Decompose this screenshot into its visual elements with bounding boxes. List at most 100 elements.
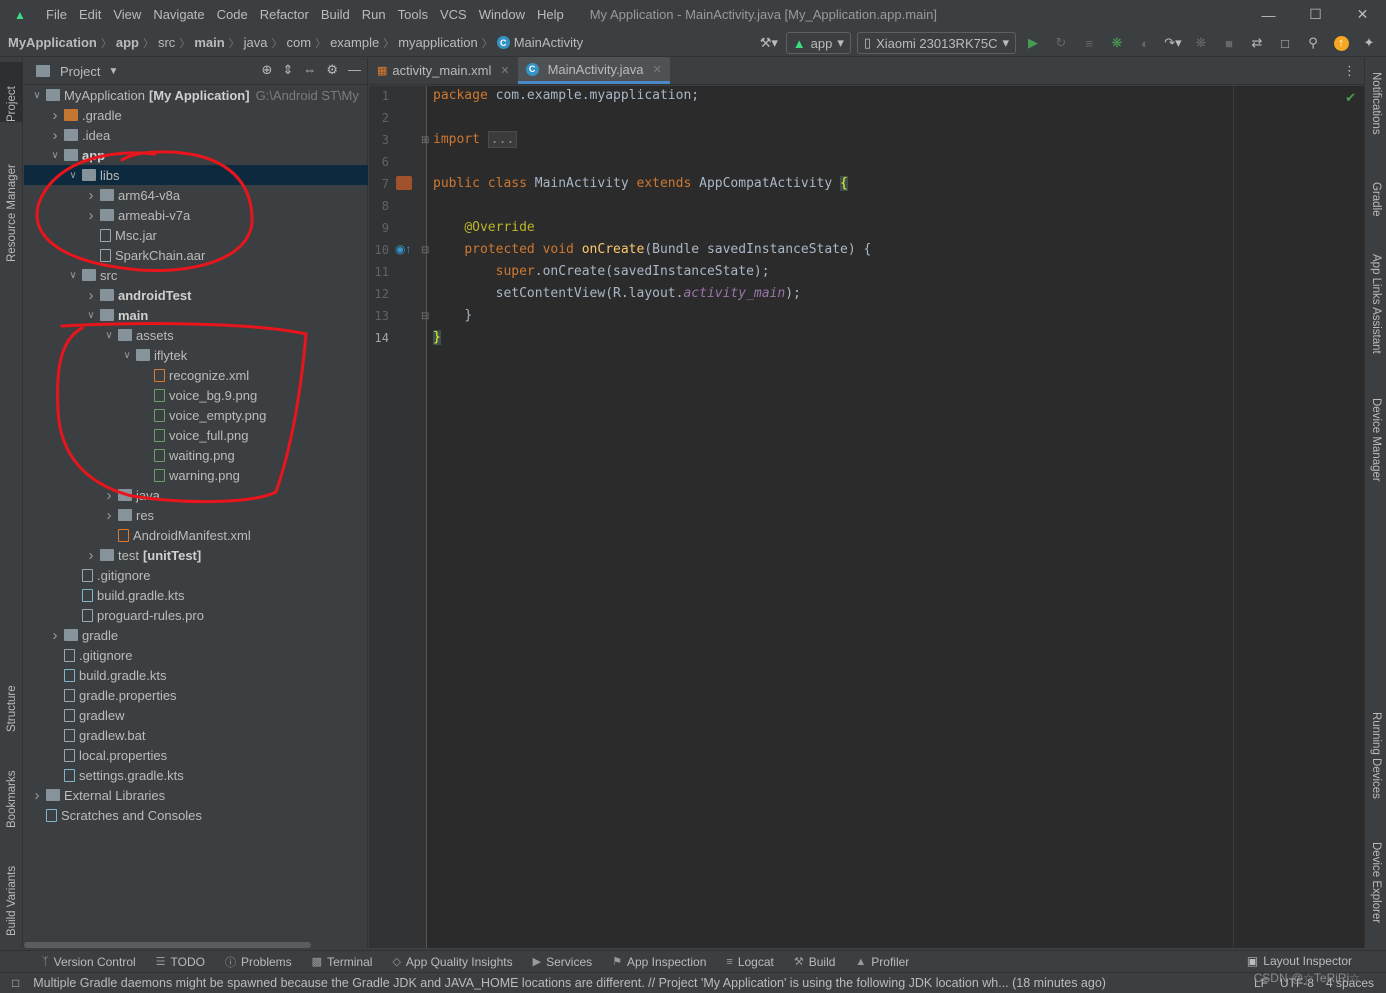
tree-item[interactable]: gradle.properties	[24, 685, 368, 705]
fold-icon[interactable]: ⊟	[421, 245, 429, 256]
tree-item[interactable]: gradlew.bat	[24, 725, 368, 745]
tree-item[interactable]: › java	[24, 485, 368, 505]
debug-icon[interactable]: ❋	[1106, 32, 1128, 54]
crumb-src[interactable]: src	[158, 35, 175, 50]
run-icon[interactable]: ▶	[1022, 32, 1044, 54]
activity-gutter-icon[interactable]	[396, 176, 412, 190]
chevron-down-icon[interactable]: ∨	[66, 170, 80, 181]
fold-icon[interactable]: ⊞	[421, 135, 429, 146]
stop-icon[interactable]: ■	[1218, 32, 1240, 54]
crumb-mainactivity[interactable]: C MainActivity	[496, 35, 583, 50]
tree-item[interactable]: .gitignore	[24, 645, 368, 665]
menu-vcs[interactable]: VCS	[434, 7, 473, 22]
menu-file[interactable]: File	[40, 7, 73, 22]
tree-item[interactable]: › gradle	[24, 625, 368, 645]
close-tab-icon[interactable]: ✕	[652, 63, 661, 76]
chevron-right-icon[interactable]: ›	[84, 287, 98, 304]
tree-item[interactable]: voice_empty.png	[24, 405, 368, 425]
menu-tools[interactable]: Tools	[392, 7, 434, 22]
tree-item[interactable]: ∨ main	[24, 305, 368, 325]
menu-edit[interactable]: Edit	[73, 7, 107, 22]
tree-item[interactable]: › .idea	[24, 125, 368, 145]
locate-icon[interactable]: ⊕	[262, 62, 273, 78]
tab-mainactivity-java[interactable]: C MainActivity.java ✕	[517, 57, 670, 84]
menu-build[interactable]: Build	[315, 7, 356, 22]
crumb-main[interactable]: main	[194, 35, 224, 50]
chevron-right-icon[interactable]: ›	[102, 487, 116, 504]
fold-icon[interactable]: ⊟	[421, 311, 429, 322]
tab-running-devices[interactable]: Running Devices	[1365, 712, 1386, 822]
menu-view[interactable]: View	[107, 7, 147, 22]
chevron-down-icon[interactable]: ∨	[48, 150, 62, 161]
tab-app-quality-insights[interactable]: ◇ App Quality Insights	[384, 955, 520, 969]
menu-refactor[interactable]: Refactor	[254, 7, 315, 22]
tree-item[interactable]: local.properties	[24, 745, 368, 765]
search-icon[interactable]: ⚲	[1302, 32, 1324, 54]
menu-run[interactable]: Run	[356, 7, 392, 22]
crumb-myapplication[interactable]: myapplication	[398, 35, 478, 50]
override-gutter-icon[interactable]: ◉↑	[395, 242, 411, 256]
tree-item[interactable]: settings.gradle.kts	[24, 765, 368, 785]
tree-item[interactable]: › armeabi-v7a	[24, 205, 368, 225]
tab-bookmarks[interactable]: Bookmarks	[0, 748, 23, 828]
tree-item[interactable]: ∨ iflytek	[24, 345, 368, 365]
chevron-down-icon[interactable]: ∨	[102, 330, 116, 341]
tree-item[interactable]: AndroidManifest.xml	[24, 525, 368, 545]
tree-item[interactable]: › External Libraries	[24, 785, 368, 805]
tree-item[interactable]: ∨ libs	[24, 165, 368, 185]
tree-item[interactable]: › res	[24, 505, 368, 525]
chevron-down-icon[interactable]: ∨	[66, 270, 80, 281]
chevron-right-icon[interactable]: ›	[48, 627, 62, 644]
chevron-down-icon[interactable]: ∨	[120, 350, 134, 361]
apply-code-changes-icon[interactable]: ≡	[1078, 32, 1100, 54]
tab-app-links-assistant[interactable]: App Links Assistant	[1365, 254, 1386, 374]
tab-problems[interactable]: ⓘ Problems	[217, 954, 300, 970]
attach-debugger-icon[interactable]: ❋	[1190, 32, 1212, 54]
crumb-java[interactable]: java	[244, 35, 268, 50]
more-tabs-icon[interactable]: ⋮	[1343, 63, 1356, 79]
menu-navigate[interactable]: Navigate	[147, 7, 210, 22]
update-icon[interactable]: ↑	[1330, 32, 1352, 54]
tree-item[interactable]: recognize.xml	[24, 365, 368, 385]
menu-window[interactable]: Window	[473, 7, 531, 22]
tab-todo[interactable]: ☰ TODO	[148, 955, 213, 969]
tree-item[interactable]: build.gradle.kts	[24, 585, 368, 605]
maximize-button[interactable]: ☐	[1292, 0, 1339, 29]
chevron-right-icon[interactable]: ›	[102, 507, 116, 524]
menu-code[interactable]: Code	[211, 7, 254, 22]
tree-item[interactable]: proguard-rules.pro	[24, 605, 368, 625]
chevron-right-icon[interactable]: ›	[48, 127, 62, 144]
sync-gradle-icon[interactable]: ⇄	[1246, 32, 1268, 54]
tab-logcat[interactable]: ≡ Logcat	[718, 955, 781, 969]
tree-item[interactable]: Scratches and Consoles	[24, 805, 368, 825]
gear-icon[interactable]: ⚙	[326, 62, 338, 78]
tree-item[interactable]: ∨ app	[24, 145, 368, 165]
chevron-right-icon[interactable]: ›	[30, 787, 44, 804]
toggle-tool-windows-icon[interactable]: □	[12, 976, 19, 990]
hide-icon[interactable]: —	[348, 62, 361, 78]
tab-activity-main-xml[interactable]: ▦ activity_main.xml ✕	[369, 57, 518, 84]
tab-structure[interactable]: Structure	[0, 662, 23, 732]
apply-changes-icon[interactable]: ↻	[1050, 32, 1072, 54]
tree-item[interactable]: waiting.png	[24, 445, 368, 465]
tree-item[interactable]: SparkChain.aar	[24, 245, 368, 265]
minimize-button[interactable]: —	[1245, 0, 1292, 29]
crumb-example[interactable]: example	[330, 35, 379, 50]
menu-help[interactable]: Help	[531, 7, 570, 22]
coverage-icon[interactable]: ◐	[1134, 32, 1156, 54]
tab-layout-inspector[interactable]: ▣ Layout Inspector	[1247, 954, 1352, 968]
tab-services[interactable]: ▶ Services	[525, 955, 600, 969]
chevron-right-icon[interactable]: ›	[84, 547, 98, 564]
tree-item[interactable]: › arm64-v8a	[24, 185, 368, 205]
tree-item[interactable]: ∨ src	[24, 265, 368, 285]
tab-terminal[interactable]: ▩ Terminal	[304, 955, 381, 969]
tab-app-inspection[interactable]: ⚑ App Inspection	[604, 955, 714, 969]
tab-profiler[interactable]: ▲ Profiler	[847, 955, 917, 969]
tree-item[interactable]: voice_bg.9.png	[24, 385, 368, 405]
run-config-select[interactable]: ▲ app ▾	[785, 32, 851, 54]
tree-item[interactable]: ∨ MyApplication [My Application] G:\Android…	[24, 85, 368, 105]
chevron-right-icon[interactable]: ›	[84, 187, 98, 204]
gemini-icon[interactable]: ✦	[1358, 32, 1380, 54]
close-window-button[interactable]: ✕	[1339, 0, 1386, 29]
collapse-all-icon[interactable]: ⇔	[303, 62, 316, 78]
